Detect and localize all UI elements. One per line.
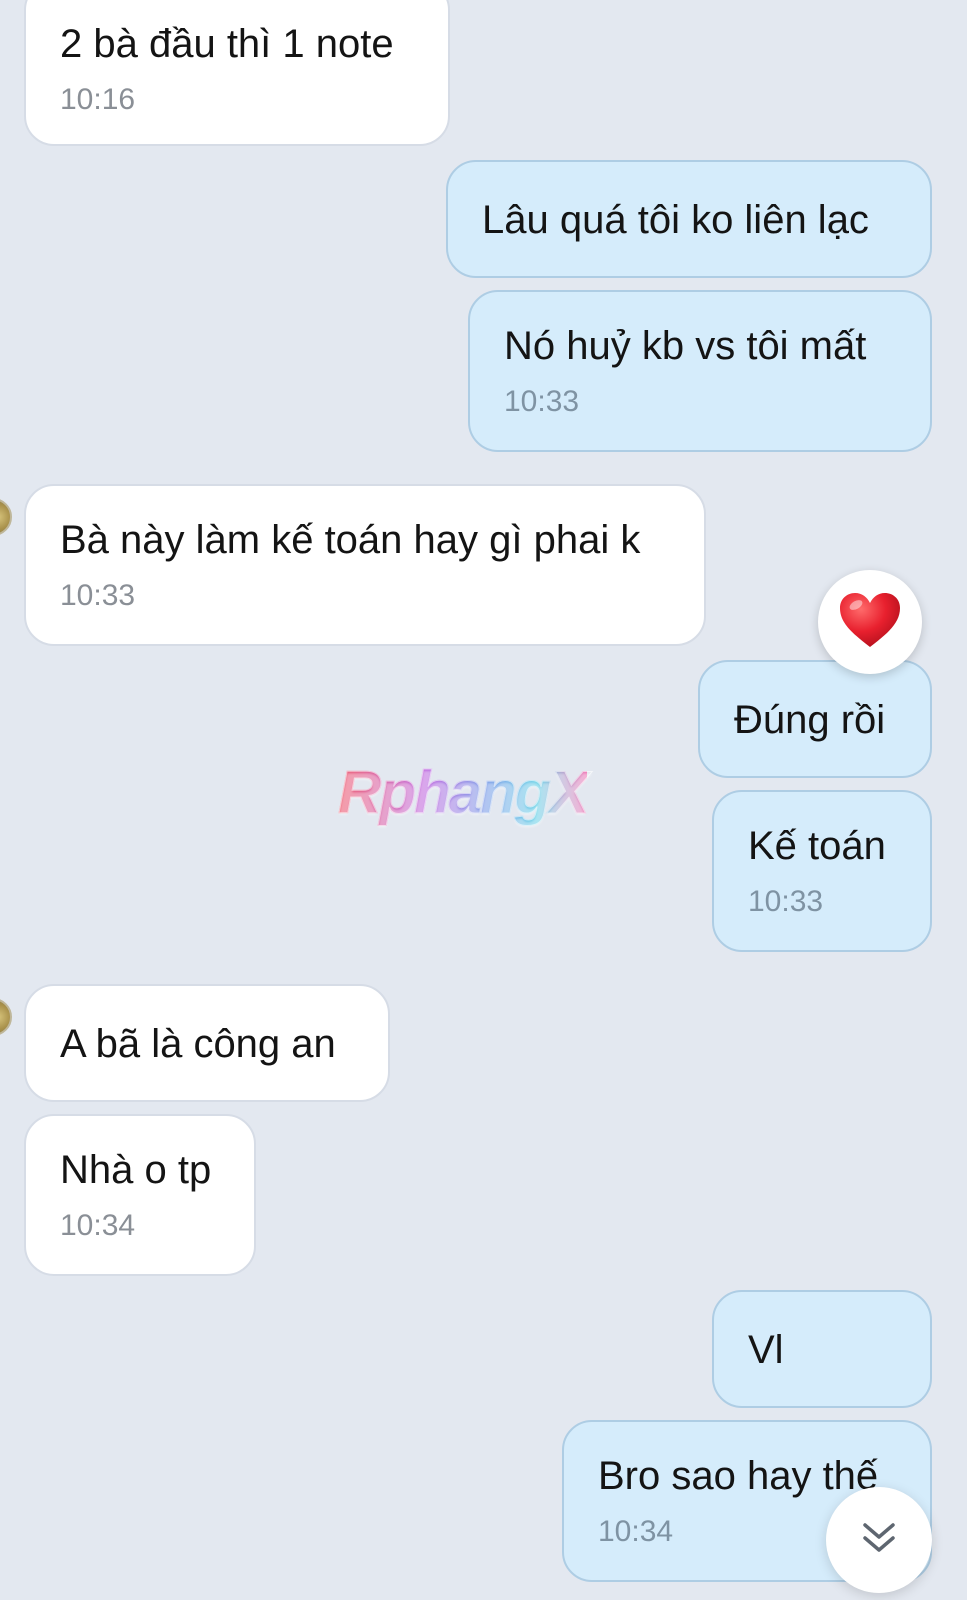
message-bubble-outgoing[interactable]: Vl [712,1290,932,1408]
watermark-logo: RphangX [337,759,589,827]
message-text: Bro sao hay thế [598,1454,879,1498]
message-timestamp: 10:33 [748,885,824,918]
chat-message-list[interactable]: 2 bà đầu thì 1 note 10:16 Lâu quá tôi ko… [0,0,967,1600]
sender-avatar[interactable] [0,498,12,536]
message-text: A bã là công an [60,1022,336,1066]
message-timestamp: 10:34 [60,1209,136,1242]
message-text: Bà này làm kế toán hay gì phai k [60,518,641,562]
message-bubble-outgoing[interactable]: Lâu quá tôi ko liên lạc [446,160,932,278]
sender-avatar[interactable] [0,998,12,1036]
message-bubble-outgoing[interactable]: Nó huỷ kb vs tôi mất 10:33 [468,290,932,452]
message-reaction[interactable] [818,570,922,674]
message-text: Lâu quá tôi ko liên lạc [482,198,869,242]
message-text: Đúng rồi [734,698,886,742]
message-text: 2 bà đầu thì 1 note [60,22,394,66]
message-text: Nhà o tp [60,1148,212,1192]
message-bubble-incoming[interactable]: 2 bà đầu thì 1 note 10:16 [24,0,450,146]
scroll-to-bottom-button[interactable] [826,1487,932,1593]
message-timestamp: 10:33 [60,579,136,612]
double-chevron-down-icon [861,1521,897,1560]
message-text: Vl [748,1328,784,1372]
message-timestamp: 10:16 [60,83,136,116]
message-text: Kế toán [748,824,886,868]
message-bubble-outgoing[interactable]: Đúng rồi [698,660,932,778]
message-bubble-outgoing[interactable]: Kế toán 10:33 [712,790,932,952]
message-timestamp: 10:33 [504,385,580,418]
message-text: Nó huỷ kb vs tôi mất [504,324,867,368]
message-bubble-incoming[interactable]: Nhà o tp 10:34 [24,1114,256,1276]
message-bubble-incoming[interactable]: A bã là công an [24,984,390,1102]
heart-icon [838,591,902,654]
message-bubble-incoming[interactable]: Bà này làm kế toán hay gì phai k 10:33 [24,484,706,646]
